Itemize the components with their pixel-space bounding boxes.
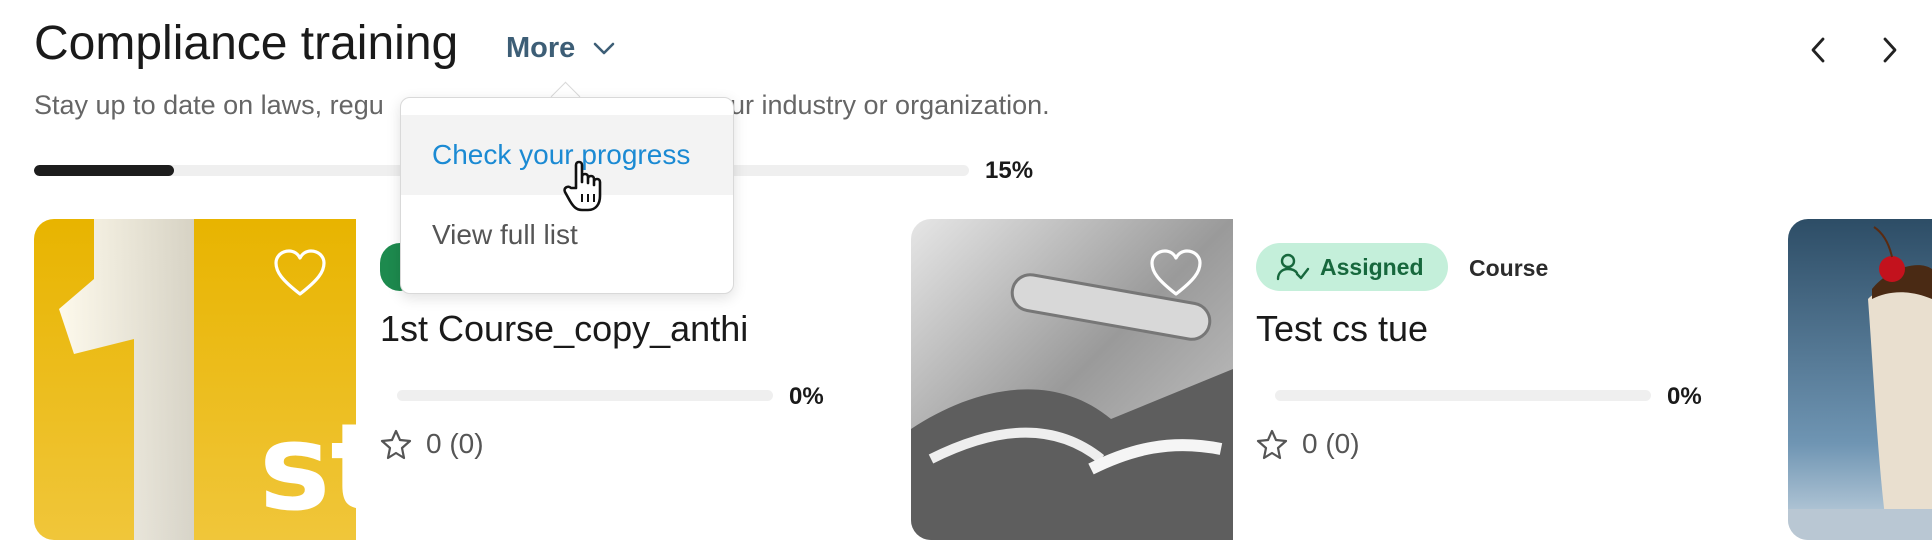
card-progress-label: 0% xyxy=(789,383,824,410)
section-progress-fill xyxy=(34,165,175,176)
more-button[interactable]: More xyxy=(506,32,615,65)
card-title[interactable]: 1st Course_copy_anthi xyxy=(380,308,748,350)
card-type: Course xyxy=(1469,255,1549,281)
card-rating: 0 (0) xyxy=(1256,428,1360,460)
carousel-prev-button[interactable] xyxy=(1798,30,1838,70)
star-icon xyxy=(1256,429,1288,460)
assigned-badge: Assigned xyxy=(1256,243,1448,291)
more-label: More xyxy=(506,32,576,64)
section-progress-label: 15% xyxy=(985,157,1034,184)
rating-value: 0 (0) xyxy=(426,428,484,459)
favorite-heart-icon[interactable] xyxy=(1148,248,1204,300)
svg-text:st: st xyxy=(259,399,356,538)
card-progress-bar xyxy=(1275,390,1651,401)
assigned-label: Assigned xyxy=(1320,253,1424,280)
carousel-next-button[interactable] xyxy=(1870,30,1910,70)
chevron-left-icon xyxy=(1811,37,1825,63)
card-rating: 0 (0) xyxy=(380,428,484,460)
card-progress-label: 0% xyxy=(1667,383,1702,410)
star-icon xyxy=(380,429,412,460)
section-description-right: ur industry or organization. xyxy=(730,90,1050,120)
section-description-left: Stay up to date on laws, regu xyxy=(34,90,384,120)
hand-pointer-icon xyxy=(563,160,602,212)
favorite-heart-icon[interactable] xyxy=(272,248,328,300)
thumbnail-image xyxy=(1788,219,1932,540)
card-title[interactable]: Test cs tue xyxy=(1256,308,1428,350)
chevron-right-icon xyxy=(1883,37,1897,63)
section-title: Compliance training xyxy=(34,17,459,70)
course-thumbnail-partial[interactable] xyxy=(1788,219,1932,540)
user-check-icon xyxy=(1276,253,1310,281)
card-progress-bar xyxy=(397,390,773,401)
chevron-down-icon xyxy=(593,42,615,54)
rating-value: 0 (0) xyxy=(1302,428,1360,459)
